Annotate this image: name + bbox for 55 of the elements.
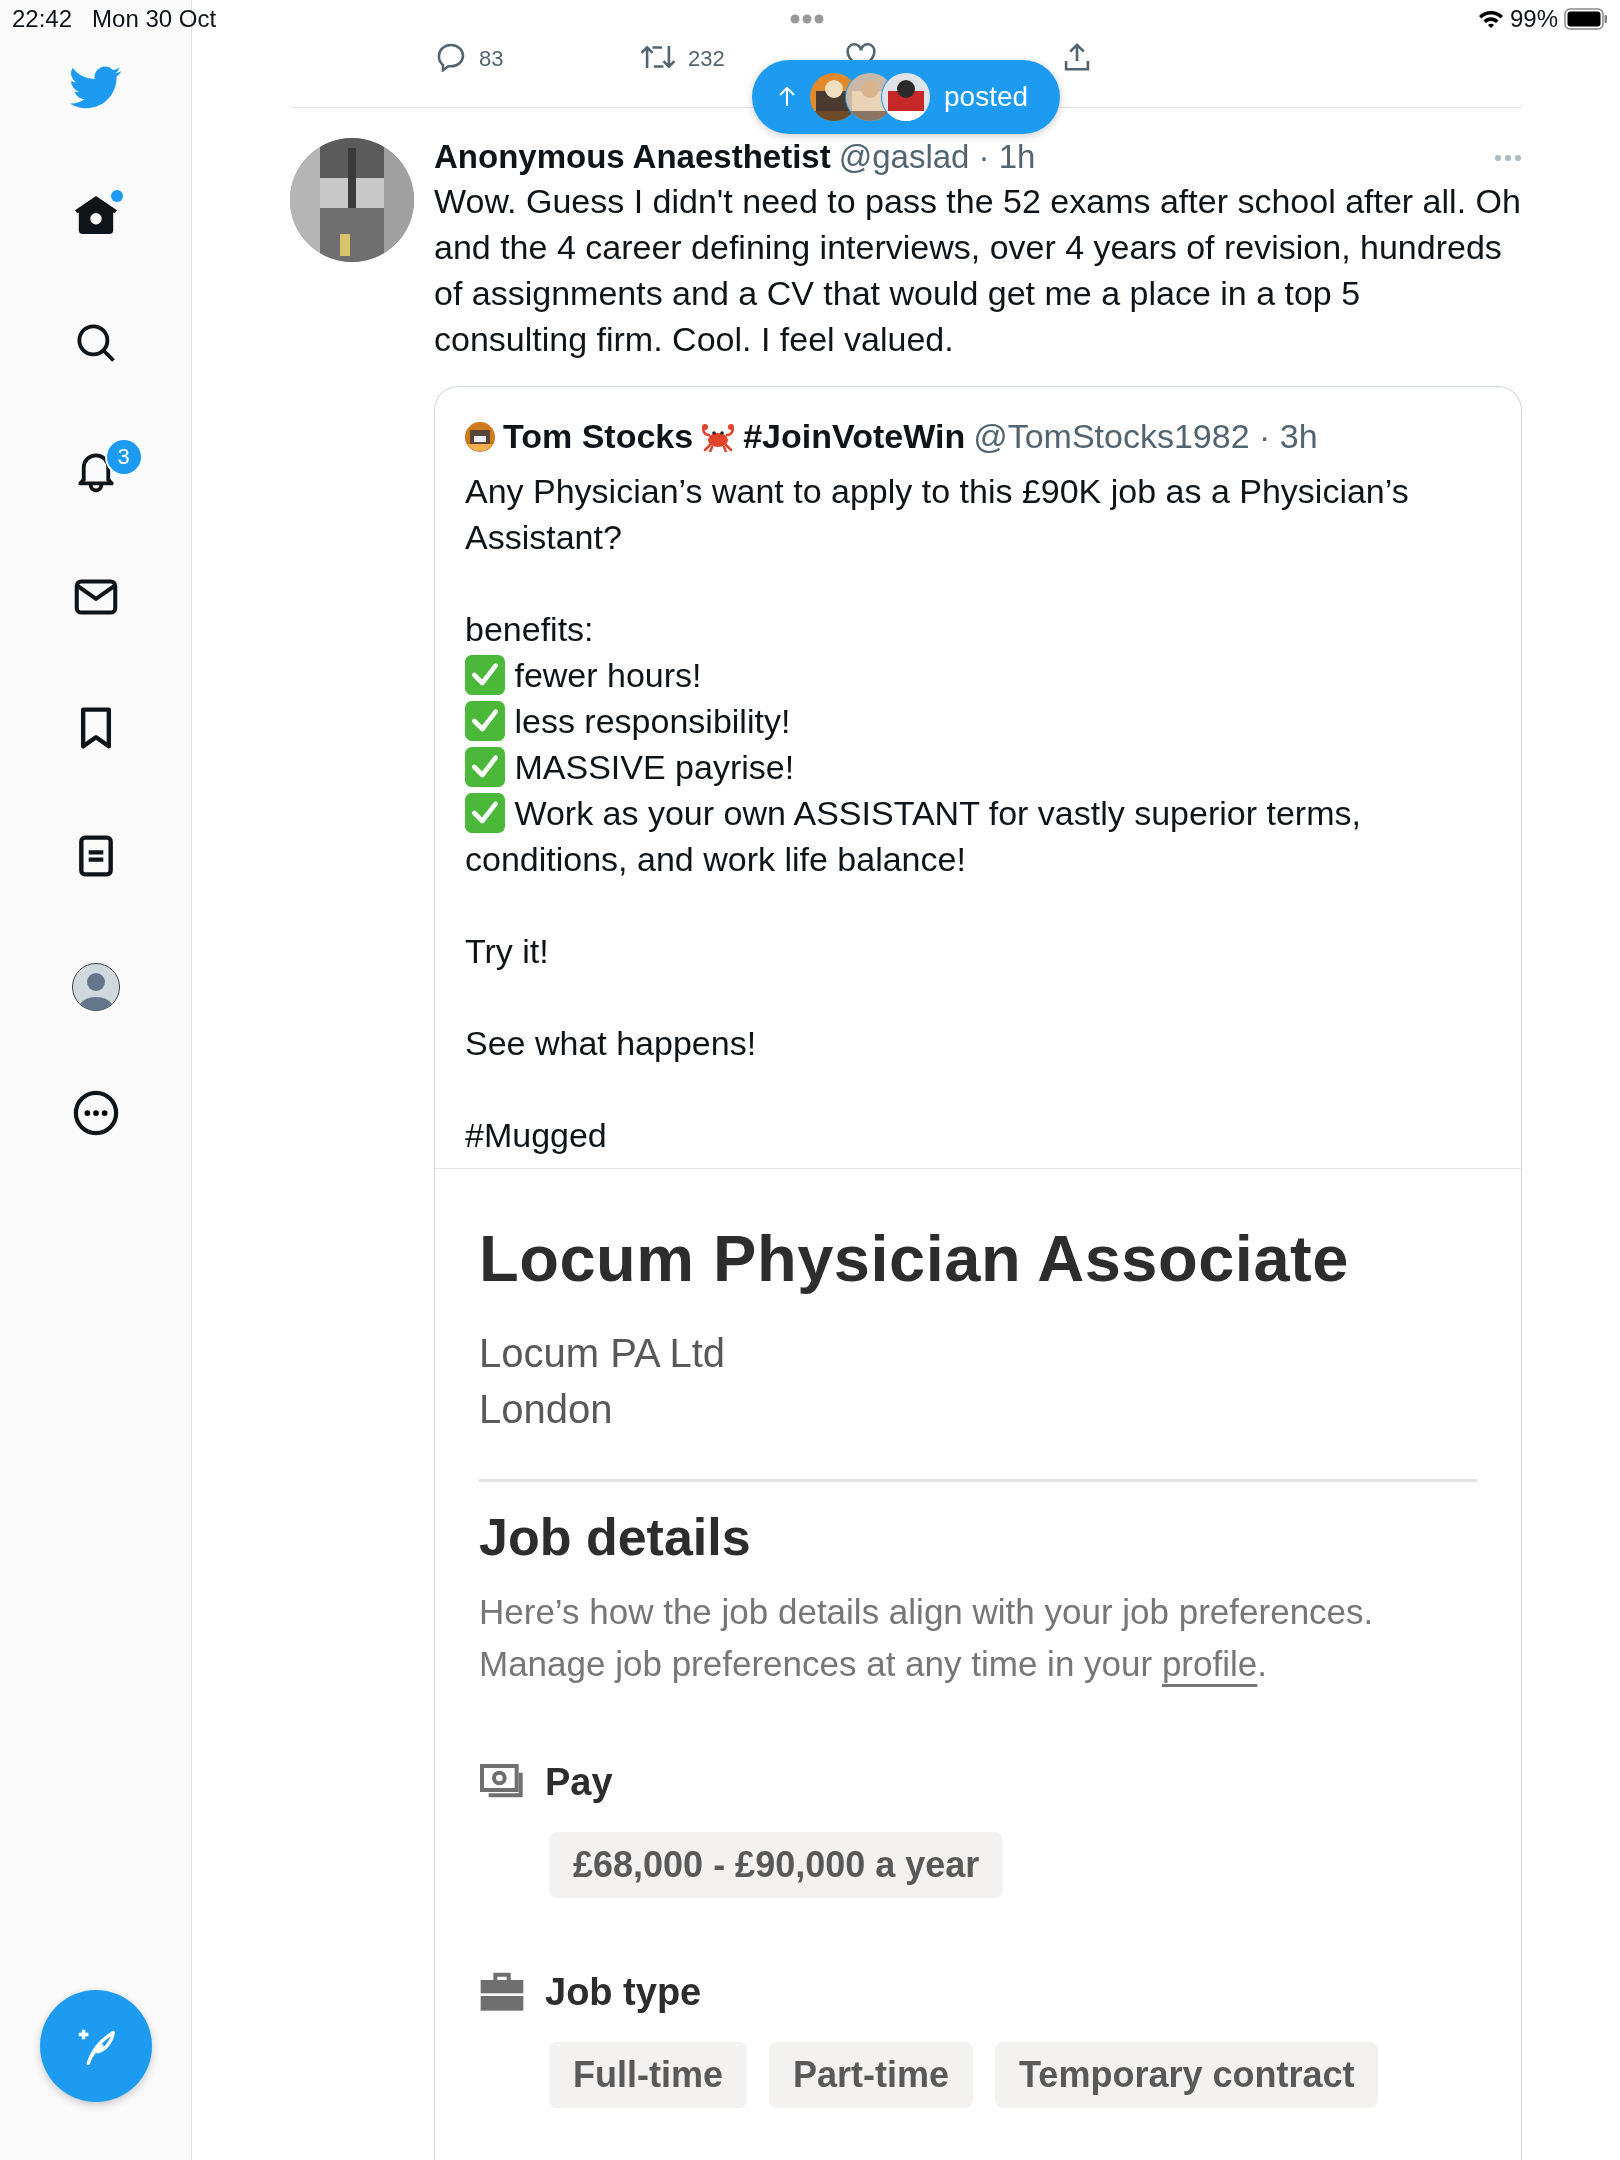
detail-label: Pay — [545, 1760, 613, 1805]
company-name: Locum PA Ltd — [479, 1330, 727, 1377]
author-name[interactable]: Anonymous Anaesthetist — [434, 138, 831, 176]
battery-percentage: 99% — [1509, 5, 1558, 33]
quote-text: Try it! — [465, 931, 550, 972]
detail-tag: Temporary contract — [995, 2042, 1379, 2108]
wifi-icon — [1477, 9, 1504, 29]
handle-and-time: @gaslad · 1h — [838, 138, 1036, 176]
hashtag-link[interactable]: #JoinVoteWin — [743, 417, 966, 456]
multitasking-dots-icon[interactable] — [790, 14, 824, 24]
detail-tag: £68,000 - £90,000 a year — [549, 1832, 1004, 1898]
author-name[interactable]: Tom Stocks — [503, 417, 694, 456]
status-time: 22:42 — [12, 5, 73, 33]
crab-icon — [701, 421, 736, 452]
search-icon[interactable] — [74, 322, 117, 364]
briefcase-icon — [479, 1972, 525, 2012]
quote-text: See what happens! — [465, 1023, 758, 1064]
battery-icon — [1564, 8, 1608, 30]
quote-text: Any Physician’s want to apply to this £90K job as a Physician’s Assistant? — [465, 471, 1410, 558]
detail-label: Job type — [545, 1970, 702, 2015]
document-icon[interactable] — [76, 834, 115, 878]
check-mark-icon — [465, 701, 505, 741]
reply-icon[interactable] — [435, 42, 467, 72]
check-mark-icon — [465, 793, 505, 833]
benefit-text: MASSIVE payrise! — [514, 748, 795, 786]
home-icon[interactable] — [72, 194, 119, 236]
quote-text: #Mugged — [465, 1115, 608, 1156]
compose-tweet-button[interactable] — [39, 1990, 152, 2102]
tweet-text: Wow. Guess I didn't need to pass the 52 exams after school after all. Oh and the 4 career defining interviews, over 4 years of revision, hundreds of assignments and a CV that would get me a place in a top 5 consulting firm. Cool. I feel valued. — [434, 181, 1522, 360]
notification-count-badge: 3 — [104, 438, 143, 476]
action-count: 232 — [688, 45, 725, 73]
check-mark-icon — [465, 655, 505, 695]
benefit-text: fewer hours! — [514, 656, 702, 694]
arrow-up-icon — [778, 86, 796, 108]
share-icon[interactable] — [1063, 42, 1091, 72]
quoted-tweet-card[interactable] — [434, 386, 1522, 2160]
job-title: Locum Physician Associate — [479, 1221, 1350, 1297]
envelope-icon[interactable] — [73, 578, 118, 616]
quote-text: benefits: — [465, 609, 595, 650]
section-description: Here’s how the job details align with your job preferences. Manage job preferences at any time in your profile. — [479, 1591, 1375, 1685]
benefit-text: Work as your own ASSISTANT for vastly superior terms, — [514, 794, 1361, 832]
quote-text: conditions, and work life balance! — [465, 839, 967, 880]
profile-link[interactable]: profile — [1161, 1644, 1258, 1683]
action-count: 83 — [479, 45, 504, 73]
handle-and-time: @TomStocks1982 · 3h — [973, 417, 1318, 456]
section-heading: Job details — [479, 1507, 752, 1568]
detail-tag: Full-time — [549, 2042, 747, 2108]
more-options-icon[interactable] — [72, 1090, 119, 1136]
profile-avatar-icon[interactable] — [70, 962, 121, 1012]
detail-tag: Part-time — [769, 2042, 974, 2108]
status-date: Mon 30 Oct — [92, 5, 217, 33]
bird-logo-icon[interactable] — [69, 66, 122, 110]
check-mark-icon — [465, 747, 505, 787]
benefit-text: less responsibility! — [514, 702, 791, 740]
job-location: London — [479, 1386, 614, 1433]
